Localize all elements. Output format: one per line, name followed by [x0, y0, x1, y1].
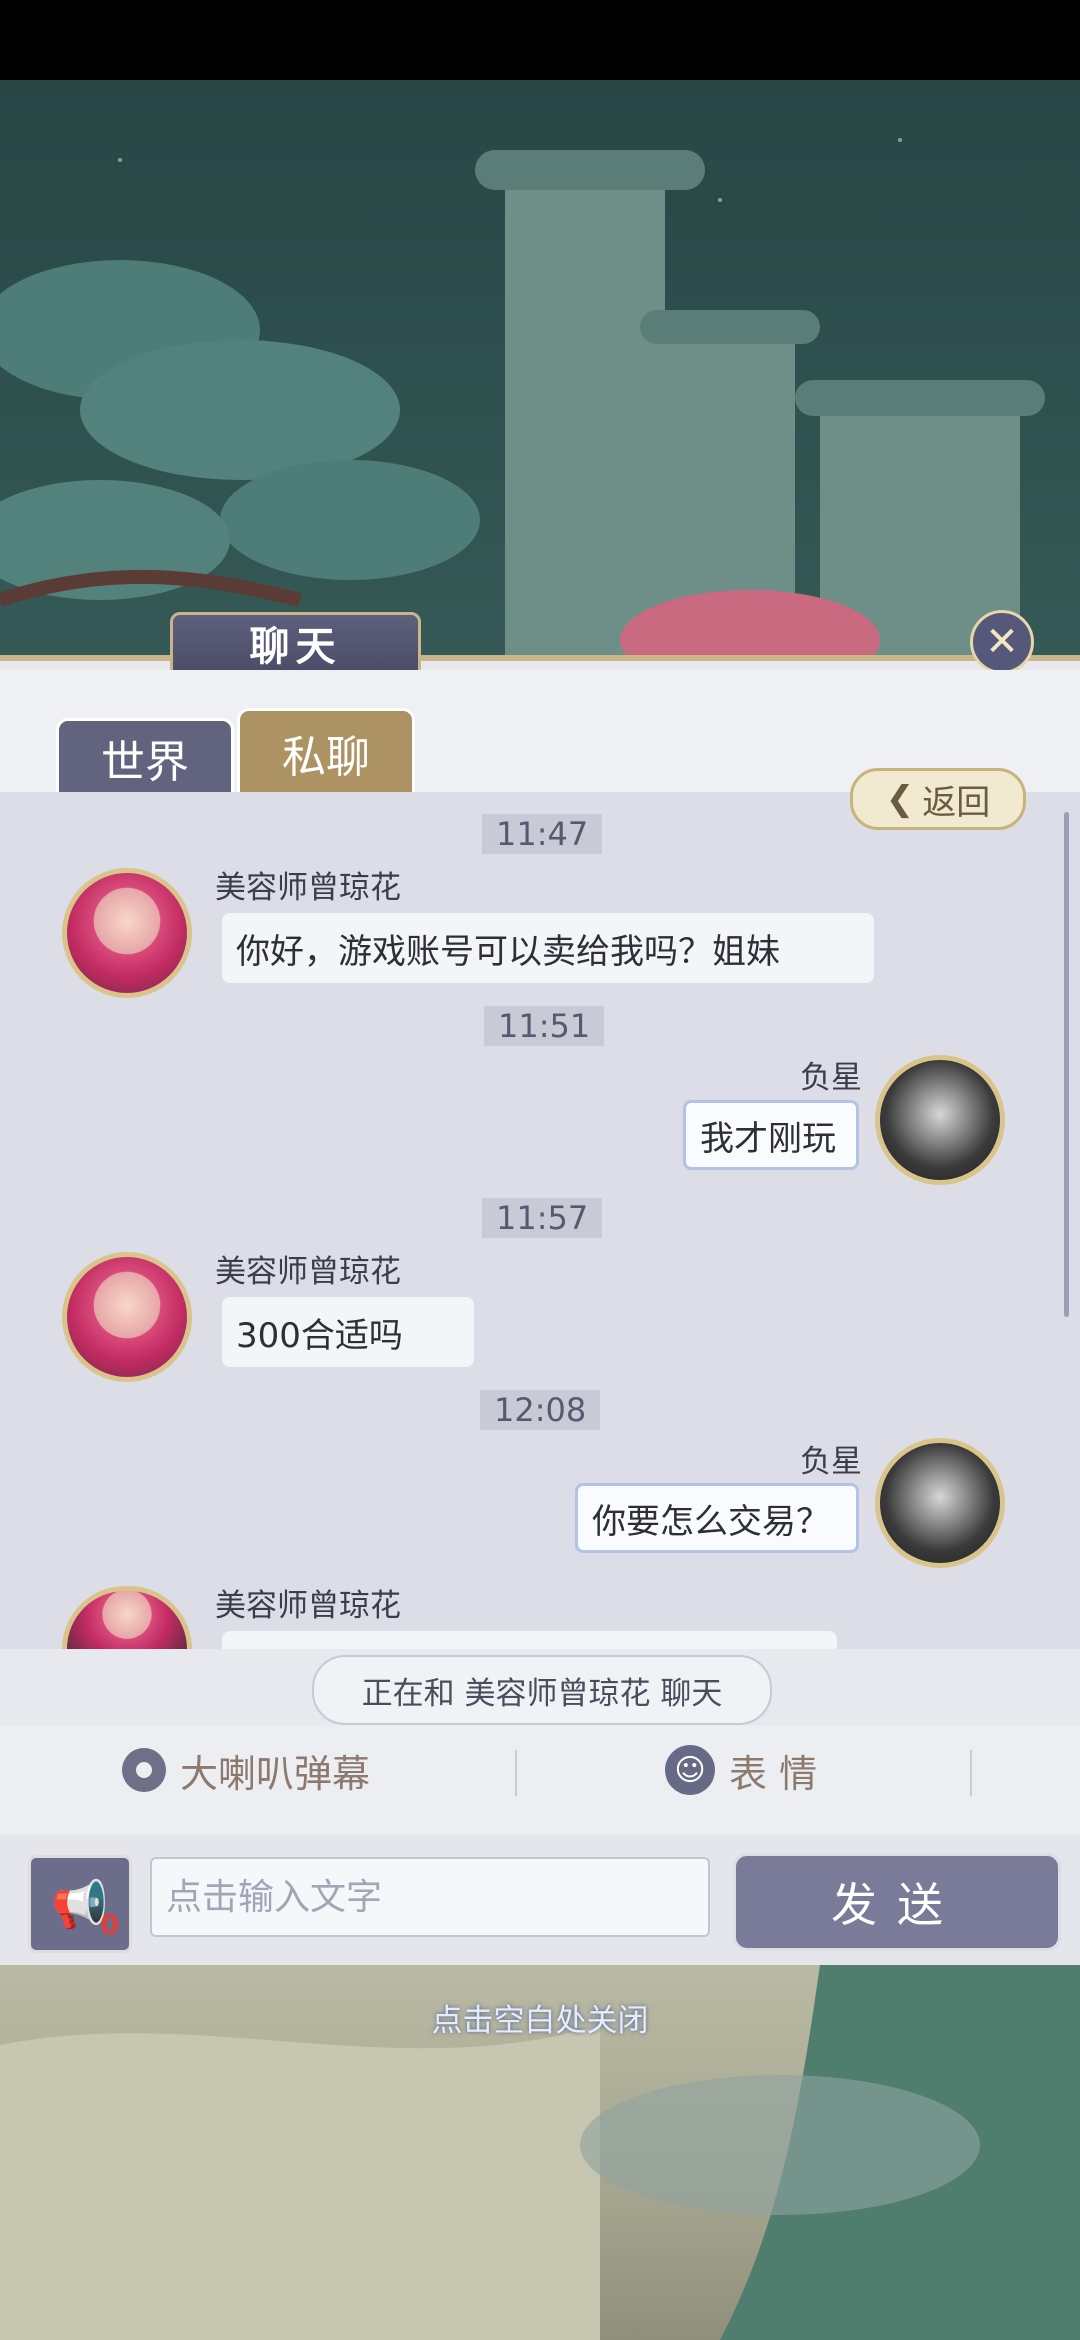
panel-title: 聊天: [170, 612, 421, 674]
broadcast-barrage-button[interactable]: 大喇叭弹幕: [122, 1740, 370, 1800]
avatar[interactable]: [62, 1252, 192, 1382]
emoji-button[interactable]: ☺ 表 情: [665, 1740, 817, 1800]
timestamp: 11:47: [482, 814, 603, 854]
close-button[interactable]: ✕: [970, 610, 1034, 674]
close-icon: ✕: [985, 619, 1019, 665]
smiley-icon: ☺: [665, 1745, 715, 1795]
horn-count: 0: [100, 1908, 120, 1941]
sender-name: 负星: [800, 1444, 862, 1480]
message-bubble: 300合适吗: [222, 1297, 474, 1367]
chatting-with-status: 正在和 美容师曾琼花 聊天: [312, 1655, 772, 1725]
sender-name: 美容师曾琼花: [215, 1588, 401, 1624]
sender-name: 美容师曾琼花: [215, 870, 401, 906]
gear-icon: [122, 1748, 166, 1792]
sender-name: 美容师曾琼花: [215, 1254, 401, 1290]
sender-name: 负星: [800, 1060, 862, 1096]
message-bubble: 你好，游戏账号可以卖给我吗？姐妹: [222, 913, 874, 983]
message-bubble: [222, 1631, 837, 1649]
scrollbar[interactable]: [1064, 812, 1069, 1317]
tab-world[interactable]: 世界: [56, 718, 234, 798]
close-hint: 点击空白处关闭: [431, 2003, 649, 2039]
status-bar: [0, 0, 1080, 80]
broadcast-label: 大喇叭弹幕: [180, 1751, 371, 1796]
background-scene-top[interactable]: [0, 80, 1080, 680]
divider: [515, 1750, 517, 1796]
timestamp: 12:08: [480, 1390, 601, 1430]
avatar[interactable]: [875, 1438, 1005, 1568]
emoji-label: 表 情: [729, 1751, 818, 1796]
send-button[interactable]: 发送: [733, 1853, 1061, 1951]
avatar[interactable]: [62, 868, 192, 998]
tab-private[interactable]: 私聊: [237, 708, 415, 798]
message-bubble: 你要怎么交易？: [575, 1483, 859, 1553]
night-scroll-scenery: [0, 138, 1045, 680]
message-bubble: 我才刚玩: [683, 1100, 859, 1170]
timestamp: 11:51: [484, 1006, 605, 1046]
back-label: 返回: [922, 782, 991, 823]
title-divider: [0, 655, 1080, 661]
avatar[interactable]: [875, 1055, 1005, 1185]
message-input[interactable]: [150, 1857, 710, 1937]
divider: [970, 1750, 972, 1796]
chevron-left-icon: ❮: [885, 779, 915, 819]
timestamp: 11:57: [482, 1198, 603, 1238]
back-button[interactable]: ❮ 返回: [850, 768, 1026, 830]
